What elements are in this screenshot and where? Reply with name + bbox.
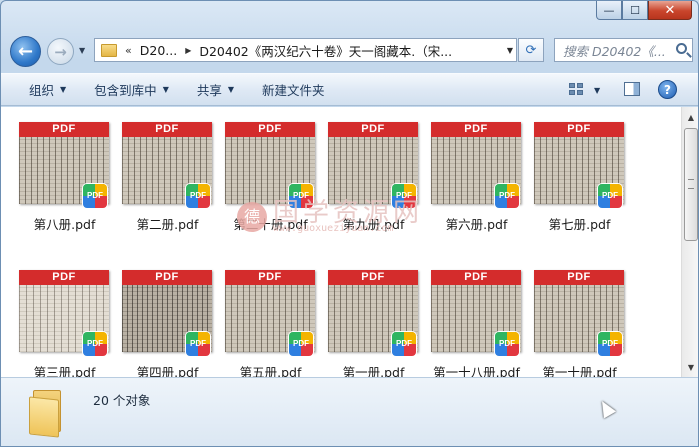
pdf-band-label: PDF: [431, 122, 521, 137]
vertical-scrollbar[interactable]: ▲ ▼: [681, 107, 698, 377]
help-button[interactable]: ?: [658, 80, 677, 99]
file-grid: PDF PDF 第八册.pdf PDF PDF 第二册.pdf PDF PDF 第二十册.pdf…: [13, 122, 631, 377]
breadcrumb-item[interactable]: D20...: [140, 43, 177, 58]
minimize-button[interactable]: —: [596, 1, 622, 20]
item-count: 20 个对象: [93, 393, 151, 408]
chevron-down-icon: ▼: [162, 85, 169, 94]
pdf-band-label: PDF: [431, 270, 521, 285]
new-folder-button[interactable]: 新建文件夹: [262, 80, 325, 99]
file-item[interactable]: PDF PDF 第六册.pdf: [425, 122, 528, 240]
back-arrow-icon: ←: [17, 41, 34, 62]
watermark: 德 国学资源网 www.guoxueziyuan.com: [237, 199, 423, 234]
address-bar[interactable]: « D20... ▶ D20402《两汉纪六十卷》天一阁藏本.（宋... ▼: [94, 38, 517, 62]
back-button[interactable]: ←: [10, 36, 41, 67]
pdf-app-icon: PDF: [495, 184, 519, 208]
pdf-band-label: PDF: [19, 122, 109, 137]
close-button[interactable]: ✕: [648, 1, 692, 20]
file-name: 第一册.pdf: [342, 365, 405, 377]
change-view-icon[interactable]: [569, 83, 583, 95]
chevron-down-icon: ▼: [60, 85, 67, 94]
search-placeholder: 搜索 D20402《...: [563, 43, 666, 59]
command-bar: 组织 ▼ 包含到库中 ▼ 共享 ▼ 新建文件夹 ▼ ?: [1, 73, 698, 106]
organize-label: 组织: [29, 83, 55, 98]
scroll-down-icon[interactable]: ▼: [683, 359, 698, 375]
pdf-app-icon: PDF: [186, 184, 210, 208]
mouse-cursor-icon: [595, 397, 617, 419]
pdf-app-icon: PDF: [392, 332, 416, 356]
search-icon[interactable]: [676, 43, 687, 54]
pdf-band-label: PDF: [328, 122, 418, 137]
forward-arrow-icon: →: [54, 42, 67, 61]
pdf-app-icon: PDF: [83, 184, 107, 208]
file-name: 第四册.pdf: [136, 365, 199, 377]
refresh-icon: ⟳: [525, 42, 537, 58]
file-name: 第六册.pdf: [445, 217, 508, 232]
file-name: 第八册.pdf: [33, 217, 96, 232]
scrollbar-thumb[interactable]: [684, 128, 698, 241]
file-item[interactable]: PDF PDF 第七册.pdf: [528, 122, 631, 240]
caption-buttons: — ☐ ✕: [596, 1, 692, 21]
file-list-pane[interactable]: PDF PDF 第八册.pdf PDF PDF 第二册.pdf PDF PDF 第二十册.pdf…: [1, 107, 681, 377]
pdf-band-label: PDF: [19, 270, 109, 285]
file-item[interactable]: PDF PDF 第五册.pdf: [219, 270, 322, 377]
breadcrumb-item-current[interactable]: D20402《两汉纪六十卷》天一阁藏本.（宋...: [199, 41, 452, 60]
pdf-band-label: PDF: [225, 122, 315, 137]
file-name: 第一十八册.pdf: [433, 365, 520, 377]
recent-pages-dropdown[interactable]: ▼: [79, 46, 85, 55]
pdf-band-label: PDF: [122, 122, 212, 137]
pdf-band-label: PDF: [225, 270, 315, 285]
file-item[interactable]: PDF PDF 第八册.pdf: [13, 122, 116, 240]
file-item[interactable]: PDF PDF 第二册.pdf: [116, 122, 219, 240]
search-input[interactable]: 搜索 D20402《...: [554, 38, 693, 62]
pdf-band-label: PDF: [122, 270, 212, 285]
pdf-band-label: PDF: [534, 122, 624, 137]
forward-button[interactable]: →: [47, 38, 74, 65]
explorer-window: — ☐ ✕ ← → ▼ « D20... ▶ D20402《两汉纪六十卷》天一阁…: [0, 0, 699, 447]
file-name: 第七册.pdf: [548, 217, 611, 232]
maximize-button[interactable]: ☐: [622, 1, 648, 20]
pdf-app-icon: PDF: [83, 332, 107, 356]
organize-button[interactable]: 组织 ▼: [29, 80, 66, 99]
folder-large-icon: [29, 390, 65, 438]
scroll-up-icon[interactable]: ▲: [683, 109, 698, 125]
file-name: 第二册.pdf: [136, 217, 199, 232]
file-item[interactable]: PDF PDF 第四册.pdf: [116, 270, 219, 377]
view-options-dropdown[interactable]: ▼: [594, 86, 600, 95]
share-label: 共享: [196, 83, 222, 98]
watermark-seal-icon: 德: [237, 201, 267, 232]
pdf-band-label: PDF: [534, 270, 624, 285]
address-dropdown[interactable]: ▼: [507, 46, 513, 55]
file-item[interactable]: PDF PDF 第一十八册.pdf: [425, 270, 528, 377]
details-pane: 20 个对象: [1, 377, 698, 446]
include-in-library-button[interactable]: 包含到库中 ▼: [94, 80, 169, 99]
pdf-app-icon: PDF: [289, 332, 313, 356]
breadcrumb-separator-icon[interactable]: ▶: [185, 46, 191, 55]
chevron-down-icon: ▼: [227, 85, 235, 94]
pdf-app-icon: PDF: [598, 184, 622, 208]
folder-icon: [101, 43, 117, 57]
file-item[interactable]: PDF PDF 第一册.pdf: [322, 270, 425, 377]
breadcrumb-overflow[interactable]: «: [125, 44, 132, 57]
file-name: 第三册.pdf: [33, 365, 96, 377]
navigation-bar: ← → ▼ « D20... ▶ D20402《两汉纪六十卷》天一阁藏本.（宋.…: [1, 33, 698, 69]
file-item[interactable]: PDF PDF 第一十册.pdf: [528, 270, 631, 377]
refresh-button[interactable]: ⟳: [518, 38, 544, 62]
pdf-app-icon: PDF: [495, 332, 519, 356]
include-in-library-label: 包含到库中: [94, 83, 157, 98]
pdf-band-label: PDF: [328, 270, 418, 285]
pdf-app-icon: PDF: [598, 332, 622, 356]
pdf-app-icon: PDF: [186, 332, 210, 356]
share-button[interactable]: 共享 ▼: [197, 80, 234, 99]
preview-pane-icon[interactable]: [624, 82, 640, 96]
new-folder-label: 新建文件夹: [262, 83, 325, 98]
file-name: 第五册.pdf: [239, 365, 302, 377]
file-item[interactable]: PDF PDF 第三册.pdf: [13, 270, 116, 377]
file-name: 第一十册.pdf: [542, 365, 617, 377]
